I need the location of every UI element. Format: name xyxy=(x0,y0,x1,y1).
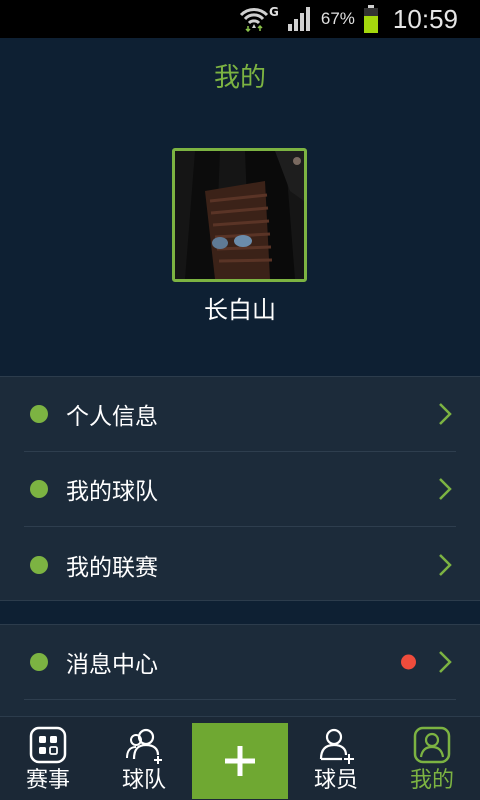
menu-item-label: 我的球队 xyxy=(66,479,158,505)
bullet-dot-icon xyxy=(30,653,48,671)
username: 长白山 xyxy=(204,296,276,324)
grid-icon xyxy=(29,726,67,764)
menu-item-label: 我的联赛 xyxy=(66,554,158,581)
menu-group-secondary: 消息中心 xyxy=(0,624,480,724)
menu-item-personal-info[interactable]: 个人信息 xyxy=(24,377,456,452)
menu-item-message-center[interactable]: 消息中心 xyxy=(24,625,456,700)
status-bar: G 67% 10:59 xyxy=(0,0,480,38)
battery-percent: 67% xyxy=(320,9,355,28)
bottom-nav: 赛事 球队 球员 我的 xyxy=(0,716,480,800)
menu-group-main: 个人信息 我的球队 我的联赛 xyxy=(0,376,480,601)
menu-item-my-league[interactable]: 我的联赛 xyxy=(24,527,456,602)
player-add-icon xyxy=(319,728,354,764)
nav-label: 我的 xyxy=(409,768,454,793)
bullet-dot-icon xyxy=(30,480,48,498)
user-icon xyxy=(413,726,451,764)
wifi-icon xyxy=(239,8,269,32)
nav-label: 球员 xyxy=(313,768,358,793)
add-button[interactable] xyxy=(192,723,288,799)
menu-item-label: 个人信息 xyxy=(66,404,158,430)
team-add-icon xyxy=(126,728,162,764)
signal-strength-icon xyxy=(287,7,310,31)
avatar-photo xyxy=(175,151,304,279)
nav-label: 球队 xyxy=(121,768,166,793)
chevron-right-icon xyxy=(439,651,452,673)
chevron-right-icon xyxy=(439,478,452,500)
menu-item-label: 消息中心 xyxy=(66,652,158,678)
nav-item-events[interactable]: 赛事 xyxy=(0,717,96,800)
chevron-right-icon xyxy=(439,553,452,576)
network-type-label: G xyxy=(269,5,279,19)
plus-icon xyxy=(225,746,255,776)
page-title: 我的 xyxy=(213,63,266,93)
nav-item-teams[interactable]: 球队 xyxy=(96,717,192,800)
avatar[interactable] xyxy=(172,148,307,282)
nav-item-players[interactable]: 球员 xyxy=(288,717,384,800)
nav-label: 赛事 xyxy=(25,768,70,793)
bullet-dot-icon xyxy=(30,555,48,574)
menu-item-my-team[interactable]: 我的球队 xyxy=(24,452,456,527)
chevron-right-icon xyxy=(439,403,452,425)
notification-dot-icon xyxy=(401,654,416,670)
status-clock: 10:59 xyxy=(392,3,458,34)
bullet-dot-icon xyxy=(30,405,48,423)
nav-item-mine[interactable]: 我的 xyxy=(384,717,480,800)
battery-icon xyxy=(363,5,378,33)
nav-item-add[interactable] xyxy=(192,717,288,800)
